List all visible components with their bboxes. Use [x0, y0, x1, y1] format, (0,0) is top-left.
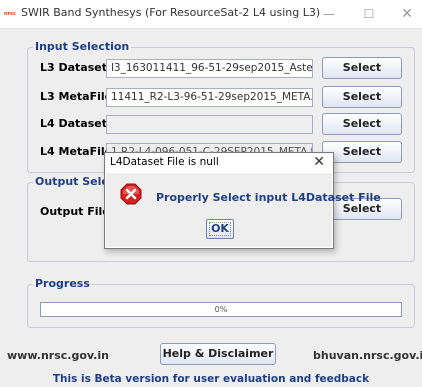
progress-text: 0%: [214, 305, 228, 314]
progress-bar: 0%: [40, 302, 402, 317]
error-icon: [120, 183, 142, 205]
l3-metafile-label: L3 MetaFile: [40, 90, 113, 103]
l3-metafile-select-button[interactable]: Select: [322, 86, 402, 108]
l3-dataset-label: L3 Dataset: [40, 61, 107, 74]
l4-dataset-field[interactable]: [106, 115, 313, 134]
dialog-message: Properly Select input L4Dataset File: [156, 191, 381, 204]
dialog-close-button[interactable]: ✕: [313, 154, 325, 170]
dialog-title: L4Dataset File is null: [110, 156, 219, 168]
close-button[interactable]: ✕: [390, 4, 422, 24]
l4-dataset-select-button[interactable]: Select: [322, 113, 402, 135]
nrsc-app-icon: nrsc: [4, 11, 16, 17]
l4-metafile-select-button[interactable]: Select: [322, 141, 402, 163]
minimize-button[interactable]: —: [312, 4, 346, 24]
help-disclaimer-button[interactable]: Help & Disclaimer: [160, 343, 276, 365]
error-dialog: L4Dataset File is null ✕ Properly Select…: [104, 152, 381, 249]
window-title: SWIR Band Synthesys (For ResourceSat-2 L…: [21, 6, 321, 19]
l3-metafile-field[interactable]: 11411_R2-L3-96-51-29sep2015_META.txt: [106, 88, 313, 107]
l3-dataset-select-button[interactable]: Select: [322, 57, 402, 79]
dialog-ok-button[interactable]: OK: [206, 219, 234, 239]
title-bar: nrsc SWIR Band Synthesys (For ResourceSa…: [0, 0, 422, 29]
main-window: nrsc SWIR Band Synthesys (For ResourceSa…: [0, 0, 422, 387]
l4-dataset-label: L4 Dataset: [40, 117, 107, 130]
input-selection-title: Input Selection: [33, 40, 132, 54]
output-file-label: Output File: [40, 205, 110, 218]
bhuvan-website-link[interactable]: bhuvan.nrsc.gov.in: [313, 349, 422, 362]
nrsc-website-link[interactable]: www.nrsc.gov.in: [7, 349, 109, 362]
maximize-button[interactable]: ☐: [352, 4, 386, 24]
beta-notice: This is Beta version for user evaluation…: [52, 373, 370, 385]
dialog-body: Properly Select input L4Dataset File OK: [106, 173, 381, 247]
l3-dataset-field[interactable]: l3_163011411_96-51-29sep2015_Aster.tif: [106, 59, 313, 78]
progress-title: Progress: [33, 277, 92, 291]
l4-metafile-label: L4 MetaFile: [40, 145, 113, 158]
